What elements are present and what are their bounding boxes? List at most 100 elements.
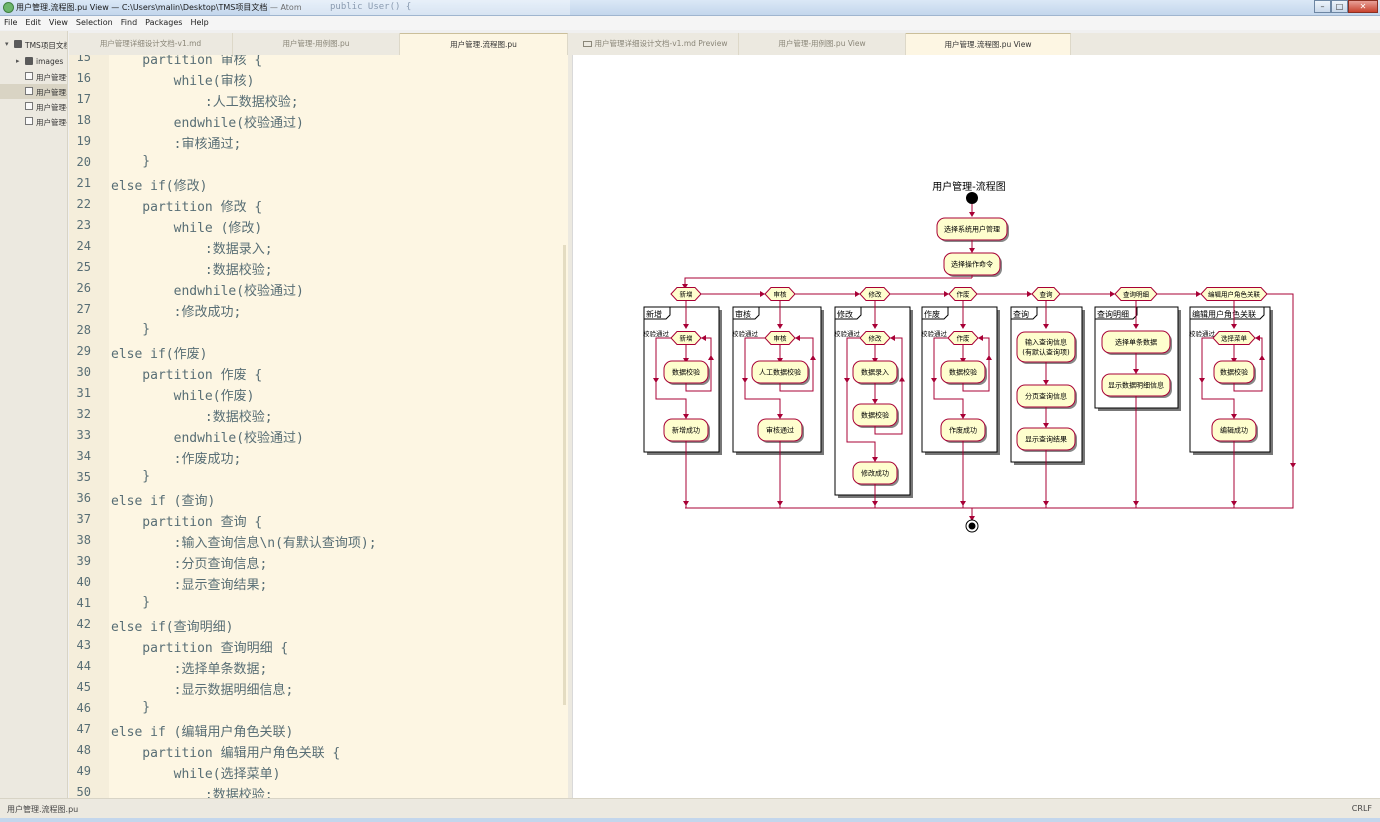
code-line[interactable]: 44 :选择单条数据; [69,657,568,678]
line-number: 25 [76,260,91,274]
line-code: :选择单条数据; [111,662,268,677]
editor-scrollbar[interactable] [563,245,566,705]
line-number: 16 [76,71,91,85]
activity-label: 新增成功 [672,426,700,435]
chevron-right-icon: ▸ [16,57,20,65]
line-code: :修改成功; [111,305,242,320]
tree-item-images[interactable]: ▸ images [0,54,67,69]
code-line[interactable]: 24 :数据录入; [69,237,568,258]
code-line[interactable]: 39 :分页查询信息; [69,552,568,573]
tab-usecase[interactable]: 用户管理-用例图.pu [233,33,400,55]
tree-item-file[interactable]: 用户管理-用例图.pu [0,114,67,129]
line-number: 26 [76,281,91,295]
activity-node [1016,331,1076,363]
partition-label: 查询明细 [1097,309,1129,319]
code-line[interactable]: 48 partition 编辑用户角色关联 { [69,741,568,762]
tab-design-doc-preview[interactable]: 用户管理详细设计文档-v1.md Preview [572,33,739,55]
code-line[interactable]: 47 else if (编辑用户角色关联) [69,720,568,741]
code-line[interactable]: 41 } [69,594,568,615]
menu-edit[interactable]: Edit [21,16,45,30]
code-line[interactable]: 50 :数据校验; [69,783,568,798]
line-number: 37 [76,512,91,526]
tab-usecase-view[interactable]: 用户管理-用例图.pu View [739,33,906,55]
folder-icon [25,57,33,65]
code-line[interactable]: 18 endwhile(校验通过) [69,111,568,132]
code-line[interactable]: 35 } [69,468,568,489]
status-file-path[interactable]: 用户管理.流程图.pu [7,804,78,815]
menu-help[interactable]: Help [186,16,212,30]
code-line[interactable]: 22 partition 修改 { [69,195,568,216]
decision-label: 修改 [869,290,883,299]
tab-flowchart-source[interactable]: 用户管理.流程图.pu [400,33,568,55]
menu-bar: File Edit View Selection Find Packages H… [0,16,1380,30]
tree-root[interactable]: ▾ TMS项目文档 [0,37,67,52]
menu-selection[interactable]: Selection [72,16,117,30]
menu-find[interactable]: Find [117,16,141,30]
code-line[interactable]: 27 :修改成功; [69,300,568,321]
flow-arrowhead [683,501,689,506]
code-line[interactable]: 23 while (修改) [69,216,568,237]
code-line[interactable]: 16 while(审核) [69,69,568,90]
code-line[interactable]: 19 :审核通过; [69,132,568,153]
code-line[interactable]: 29 else if(作废) [69,342,568,363]
code-line[interactable]: 30 partition 作废 { [69,363,568,384]
maximize-button[interactable]: □ [1331,0,1348,13]
code-line[interactable]: 25 :数据校验; [69,258,568,279]
tree-item-label: 用户管理-用例图.pu [36,118,67,127]
activity-label: 数据校验 [1220,368,1248,377]
partition-label: 编辑用户角色关联 [1192,309,1256,319]
flow-arrowhead [1290,463,1296,468]
code-line[interactable]: 38 :输入查询信息\n(有默认查询项); [69,531,568,552]
line-number: 42 [76,617,91,631]
tab-label: 用户管理详细设计文档-v1.md Preview [594,39,728,48]
code-line[interactable]: 34 :作废成功; [69,447,568,468]
code-editor[interactable]: 15 partition 审核 {16 while(审核) 17 :人工数据校验;… [69,55,568,798]
code-line[interactable]: 45 :显示数据明细信息; [69,678,568,699]
code-line[interactable]: 40 :显示查询结果; [69,573,568,594]
code-line[interactable]: 43 partition 查询明细 { [69,636,568,657]
code-line[interactable]: 15 partition 审核 { [69,55,568,69]
code-line[interactable]: 32 :数据校验; [69,405,568,426]
flow-arrowhead [969,248,975,253]
tree-item-file-selected[interactable]: 用户管理.流程图.pu [0,84,67,99]
line-number: 21 [76,176,91,190]
loop-label: 校验通过 [834,329,861,338]
tree-item-label: 用户管理详细设计文档-v1.md [36,73,67,82]
code-line[interactable]: 20 } [69,153,568,174]
line-code: :数据录入; [111,242,273,257]
code-line[interactable]: 21 else if(修改) [69,174,568,195]
code-line[interactable]: 26 endwhile(校验通过) [69,279,568,300]
line-number: 36 [76,491,91,505]
minimize-button[interactable]: – [1314,0,1331,13]
line-number: 41 [76,596,91,610]
code-line[interactable]: 42 else if(查询明细) [69,615,568,636]
status-line-ending[interactable]: CRLF [1352,804,1372,813]
tree-item-file[interactable]: 用户管理详细设计文档-v1.md [0,69,67,84]
atom-window: 用户管理.流程图.pu View — C:\Users\malin\Deskto… [0,0,1380,822]
flow-arrowhead [1110,291,1115,297]
menu-file[interactable]: File [0,16,21,30]
tab-design-doc[interactable]: 用户管理详细设计文档-v1.md [69,33,233,55]
code-line[interactable]: 28 } [69,321,568,342]
decision-label: 修改 [869,334,883,343]
status-bar: 用户管理.流程图.pu CRLF [0,798,1380,818]
code-line[interactable]: 46 } [69,699,568,720]
line-code: partition 查询 { [111,515,263,530]
line-number: 33 [76,428,91,442]
tab-flowchart-view[interactable]: 用户管理.流程图.pu View [906,33,1071,55]
menu-packages[interactable]: Packages [141,16,186,30]
line-code: :显示查询结果; [111,578,268,593]
line-number: 17 [76,92,91,106]
code-line[interactable]: 17 :人工数据校验; [69,90,568,111]
loop-label: 校验通过 [732,329,759,338]
tree-item-file[interactable]: 用户管理-用例图.pu [0,99,67,114]
code-line[interactable]: 37 partition 查询 { [69,510,568,531]
flow-edge [684,277,972,287]
close-button[interactable]: ✕ [1348,0,1378,13]
code-line[interactable]: 36 else if (查询) [69,489,568,510]
atom-app-icon [3,2,14,13]
code-line[interactable]: 49 while(选择菜单) [69,762,568,783]
code-line[interactable]: 31 while(作废) [69,384,568,405]
code-line[interactable]: 33 endwhile(校验通过) [69,426,568,447]
menu-view[interactable]: View [45,16,72,30]
